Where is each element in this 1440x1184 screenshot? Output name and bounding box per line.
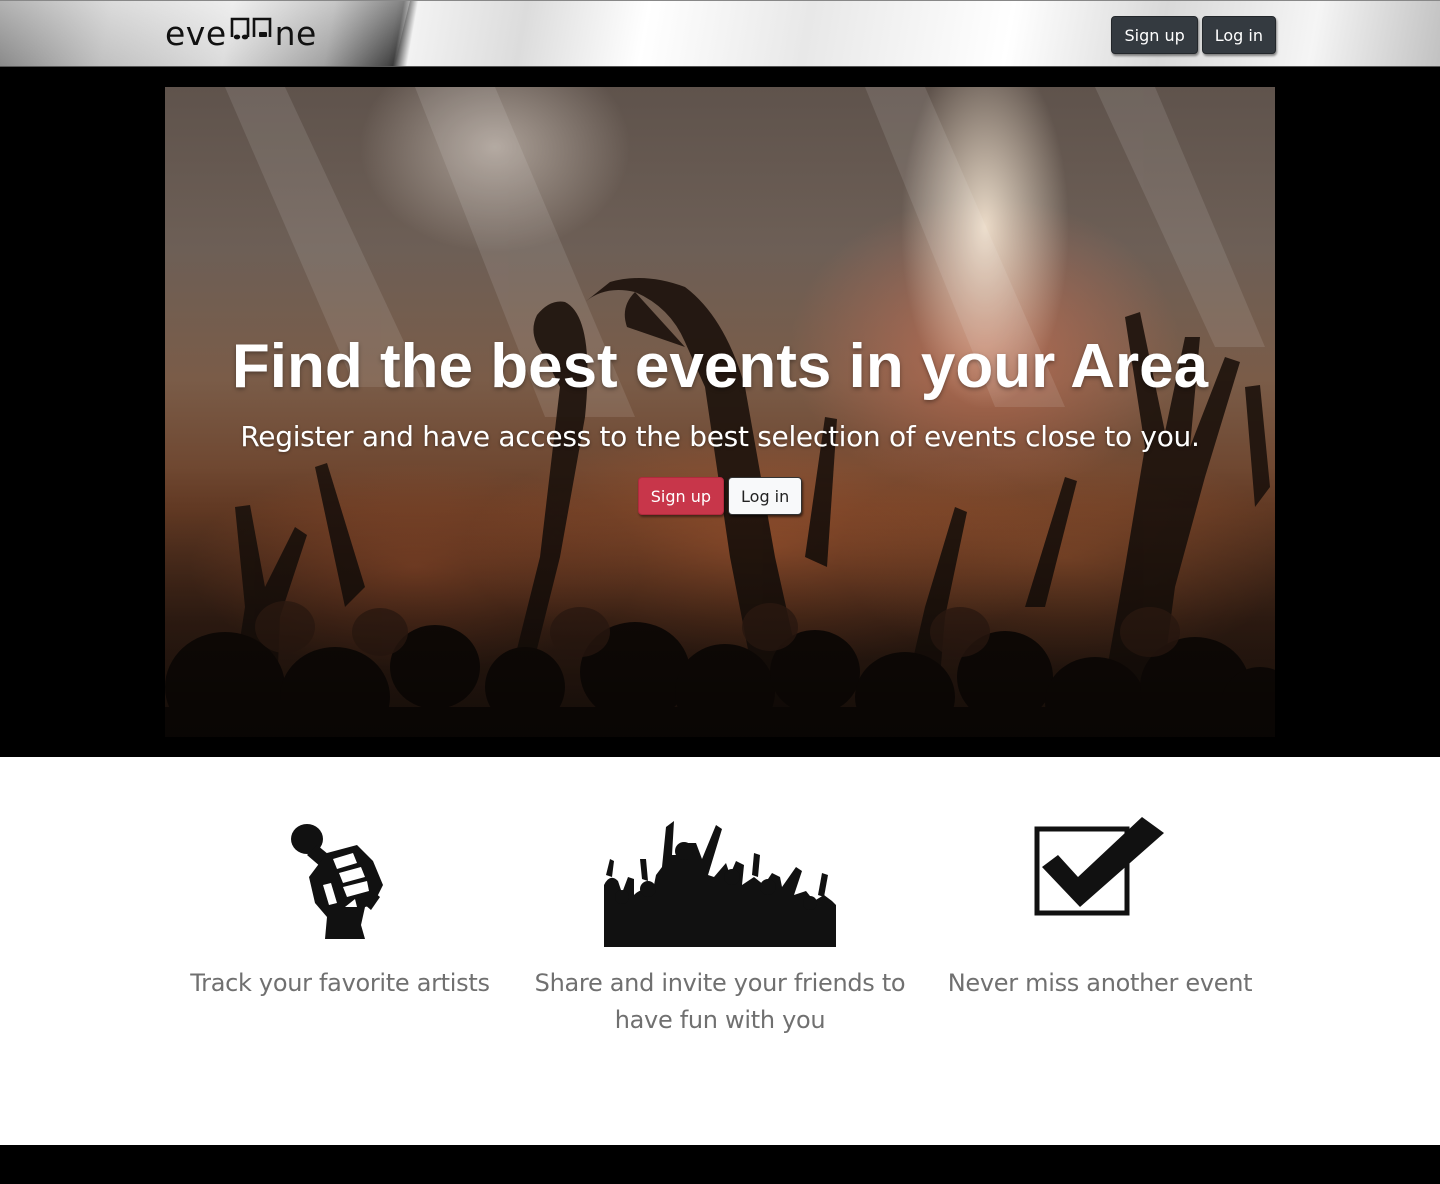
hero-buttons: Sign up Log in	[165, 477, 1275, 515]
crowd-icon	[604, 821, 836, 947]
hero-signup-button[interactable]: Sign up	[637, 477, 725, 515]
hero-title: Find the best events in your Area	[231, 332, 1209, 401]
nav-login-button[interactable]: Log in	[1201, 16, 1276, 54]
hero-banner: Find the best events in your Area Regist…	[165, 87, 1275, 737]
music-notes-icon	[228, 13, 274, 51]
nav-buttons: Sign up Log in	[1111, 16, 1276, 54]
feature-caption: Never miss another event	[947, 969, 1253, 997]
feature-caption: Share and invite your friends to have fu…	[534, 969, 906, 1034]
feature-caption: Track your favorite artists	[190, 969, 490, 997]
brand-logo[interactable]: eve ne	[165, 13, 317, 53]
hero-band: Find the best events in your Area Regist…	[0, 67, 1440, 757]
checkbox-icon	[1034, 817, 1164, 916]
hero-content: Find the best events in your Area Regist…	[165, 327, 1275, 515]
microphone-fist-icon	[291, 824, 383, 939]
brand-text-left: eve	[165, 13, 227, 53]
features-section: Track your favorite artists Share and in…	[0, 757, 1440, 1145]
nav-signup-button[interactable]: Sign up	[1111, 16, 1198, 54]
navbar: eve ne Sign up Log in	[0, 0, 1440, 67]
footer	[0, 1145, 1440, 1184]
brand-text-right: ne	[274, 13, 317, 53]
hero-subtitle: Register and have access to the best sel…	[240, 420, 1200, 453]
hero-login-button[interactable]: Log in	[728, 477, 803, 515]
